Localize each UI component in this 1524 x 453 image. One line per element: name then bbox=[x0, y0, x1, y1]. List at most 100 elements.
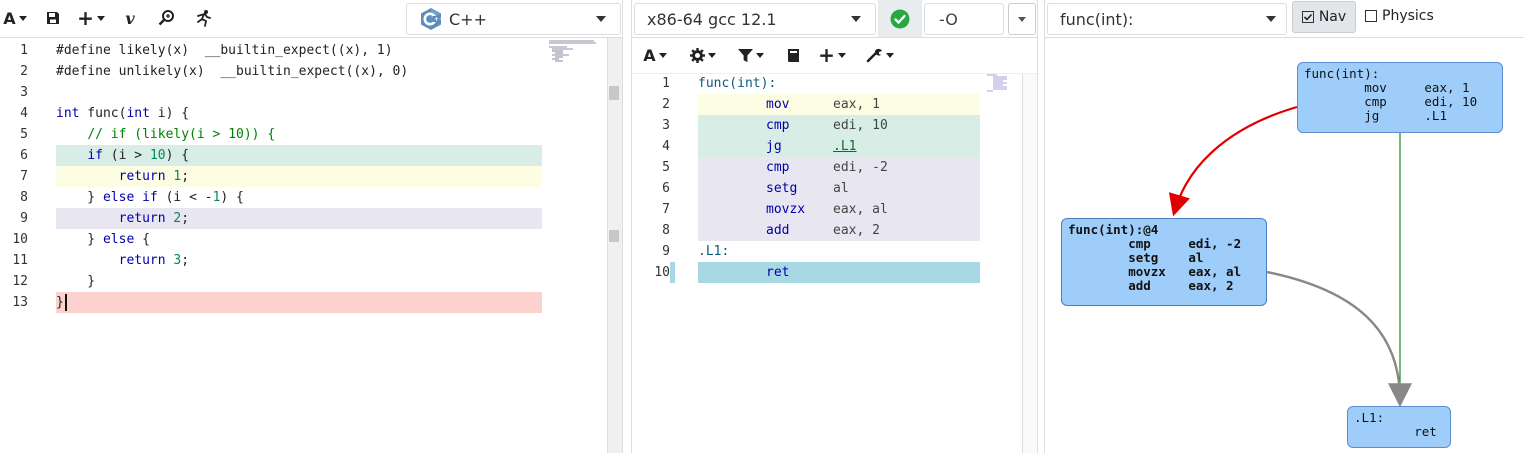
language-select[interactable]: ++ C++ bbox=[406, 3, 621, 35]
output-font-button[interactable]: A bbox=[642, 43, 668, 67]
assembly-minimap[interactable] bbox=[987, 74, 1011, 94]
code-token: ; bbox=[181, 169, 190, 184]
pane-splitter[interactable] bbox=[1037, 0, 1045, 453]
asm-jump-target-link[interactable]: .L1 bbox=[833, 136, 856, 157]
chevron-down-icon bbox=[596, 16, 606, 22]
code-line[interactable]: } bbox=[56, 292, 64, 313]
code-line[interactable]: return 2; bbox=[56, 208, 189, 229]
wrench-icon bbox=[866, 48, 882, 62]
asm-line-number: 3 bbox=[662, 118, 670, 133]
runner-icon bbox=[197, 10, 211, 27]
check-circle-icon bbox=[890, 9, 910, 28]
options-dropdown-button[interactable] bbox=[1008, 3, 1036, 35]
code-token: (i > bbox=[102, 148, 150, 163]
asm-label[interactable]: .L1: bbox=[698, 241, 729, 262]
filter-icon bbox=[738, 48, 753, 62]
code-token: else bbox=[102, 232, 135, 247]
add-pane-button[interactable]: + bbox=[76, 6, 106, 30]
editor-scrollbar[interactable] bbox=[607, 38, 622, 453]
code-token: else if bbox=[102, 190, 158, 205]
code-token: (i < - bbox=[157, 190, 213, 205]
code-line[interactable]: return 1; bbox=[56, 166, 189, 187]
chevron-down-icon bbox=[851, 16, 861, 22]
asm-opcode: cmp bbox=[766, 160, 790, 175]
asm-gutter-marker bbox=[670, 262, 675, 283]
code-token: return bbox=[118, 169, 166, 184]
code-token: int bbox=[56, 106, 80, 121]
svg-text:++: ++ bbox=[434, 16, 443, 23]
line-number: 2 bbox=[20, 64, 28, 79]
edge-block4-to-l1 bbox=[1266, 270, 1412, 408]
output-settings-button[interactable] bbox=[688, 43, 718, 67]
code-token: // if (likely(i > 10)) { bbox=[87, 127, 276, 142]
asm-line-number: 8 bbox=[662, 223, 670, 238]
line-number: 3 bbox=[20, 85, 28, 100]
code-token: func( bbox=[79, 106, 127, 121]
code-token: } bbox=[56, 295, 64, 310]
line-number: 7 bbox=[20, 169, 28, 184]
asm-operands: eax, al bbox=[833, 202, 888, 217]
code-token: #define unlikely(x) __builtin_expect((x)… bbox=[56, 64, 409, 79]
asm-opcode: movzx bbox=[766, 202, 806, 217]
add-tool-button[interactable]: + bbox=[818, 43, 846, 67]
compile-status[interactable] bbox=[878, 0, 922, 37]
code-line[interactable]: } else { bbox=[56, 229, 150, 250]
line-number: 9 bbox=[20, 211, 28, 226]
asm-line-number: 4 bbox=[662, 139, 670, 154]
code-line[interactable]: } else if (i < -1) { bbox=[56, 187, 244, 208]
find-button[interactable] bbox=[156, 6, 178, 30]
asm-line-number: 1 bbox=[662, 76, 670, 91]
font-size-button[interactable]: A bbox=[2, 6, 28, 30]
code-line[interactable]: #define unlikely(x) __builtin_expect((x)… bbox=[56, 61, 408, 82]
libraries-button[interactable] bbox=[784, 43, 802, 67]
tools-button[interactable] bbox=[864, 43, 896, 67]
run-button[interactable] bbox=[192, 6, 214, 30]
pane-splitter[interactable] bbox=[622, 0, 632, 453]
line-number: 10 bbox=[12, 232, 28, 247]
node-body: cmp edi, -2 setg al movzx eax, al add ea… bbox=[1128, 236, 1242, 293]
asm-opcode: cmp bbox=[766, 118, 790, 133]
node-title: func(int): bbox=[1304, 66, 1380, 81]
save-button[interactable] bbox=[42, 6, 64, 30]
asm-operands: eax, 2 bbox=[833, 223, 880, 238]
code-line[interactable]: } bbox=[56, 271, 95, 292]
graph-node-l1[interactable]: .L1: ret bbox=[1347, 406, 1451, 448]
font-icon: A bbox=[643, 45, 656, 65]
chevron-down-icon bbox=[1018, 16, 1026, 22]
book-icon bbox=[787, 48, 799, 62]
asm-line-number: 9 bbox=[662, 244, 670, 259]
asm-opcode: ret bbox=[766, 265, 790, 280]
node-title: .L1: bbox=[1354, 410, 1385, 425]
code-token: 10 bbox=[149, 148, 166, 163]
compiler-select[interactable]: x86-64 gcc 12.1 bbox=[634, 3, 876, 35]
editor-minimap[interactable] bbox=[549, 40, 599, 66]
line-number: 8 bbox=[20, 190, 28, 205]
compiler-options-input[interactable]: -O bbox=[924, 3, 1004, 35]
line-highlight bbox=[56, 292, 542, 313]
text-cursor bbox=[65, 294, 67, 311]
line-number: 13 bbox=[12, 295, 28, 310]
code-line[interactable]: return 3; bbox=[56, 250, 189, 271]
code-token: { bbox=[134, 232, 150, 247]
plus-icon: + bbox=[818, 43, 835, 67]
graph-node-block4[interactable]: func(int):@4 cmp edi, -2 setg al movzx e… bbox=[1061, 218, 1267, 306]
code-token: } bbox=[56, 190, 103, 205]
code-line[interactable]: // if (likely(i > 10)) { bbox=[56, 124, 275, 145]
graph-node-entry[interactable]: func(int): mov eax, 1 cmp edi, 10 jg .L1 bbox=[1297, 62, 1503, 133]
code-line[interactable]: #define likely(x) __builtin_expect((x), … bbox=[56, 40, 393, 61]
output-filter-button[interactable] bbox=[736, 43, 766, 67]
editor-scroll-thumb[interactable] bbox=[609, 86, 619, 100]
line-number: 1 bbox=[20, 43, 28, 58]
node-body: ret bbox=[1354, 424, 1437, 439]
compiler-output-pane: x86-64 gcc 12.1 -O A + 1 func(int): 2 mov ea… bbox=[632, 0, 1037, 453]
asm-operands: edi, 10 bbox=[833, 118, 888, 133]
line-number: 5 bbox=[20, 127, 28, 142]
assembly-scrollbar[interactable] bbox=[1022, 74, 1037, 453]
code-line[interactable]: if (i > 10) { bbox=[56, 145, 189, 166]
vim-mode-button[interactable]: v bbox=[120, 6, 140, 30]
asm-label[interactable]: func(int): bbox=[698, 73, 776, 94]
code-line[interactable]: int func(int i) { bbox=[56, 103, 189, 124]
